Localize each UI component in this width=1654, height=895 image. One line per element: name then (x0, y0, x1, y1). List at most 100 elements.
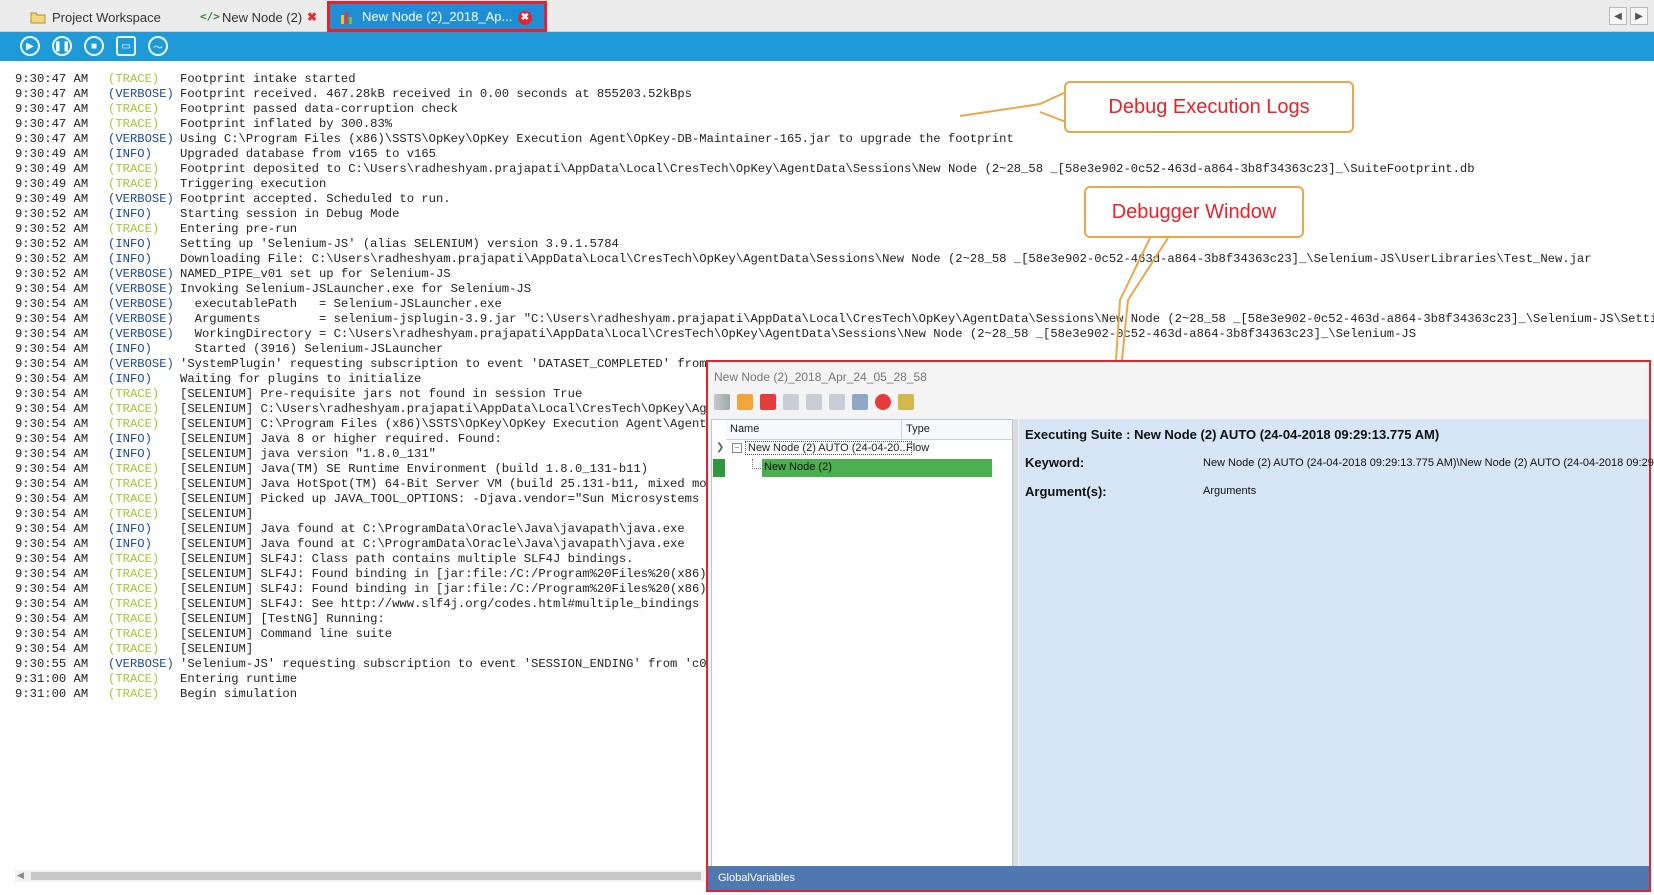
copy-icon[interactable] (852, 394, 868, 410)
log-message: Footprint inflated by 300.83% (180, 117, 393, 131)
log-level: (VERBOSE) (108, 132, 174, 146)
log-message: executablePath = Selenium-JSLauncher.exe (180, 297, 502, 311)
log-level: (TRACE) (108, 162, 160, 176)
log-message: Setting up 'Selenium-JS' (alias SELENIUM… (180, 237, 619, 251)
log-time: 9:30:52 AM (15, 222, 89, 236)
log-level: (TRACE) (108, 117, 160, 131)
tab-new-node-2[interactable]: </> New Node (2) ✖ (190, 4, 325, 30)
log-message: Waiting for plugins to initialize (180, 372, 422, 386)
close-icon[interactable]: ✖ (307, 10, 317, 24)
stop-icon[interactable]: ■ (84, 36, 104, 56)
tree-connector (752, 459, 761, 469)
log-level-text: INFO (115, 447, 145, 461)
breakpoint-icon[interactable] (875, 394, 891, 410)
global-variables-bar[interactable]: GlobalVariables (708, 866, 1649, 890)
log-level: (VERBOSE) (108, 357, 174, 371)
log-level-text: TRACE (115, 222, 152, 236)
log-level-text: TRACE (115, 177, 152, 191)
horizontal-scrollbar[interactable]: ◀ (15, 870, 705, 882)
chevron-left-icon[interactable]: ◀ (1609, 7, 1627, 25)
log-message: [SELENIUM] C:\Users\radheshyam.prajapati… (180, 402, 722, 416)
log-time: 9:30:52 AM (15, 207, 89, 221)
log-level-text: VERBOSE (115, 267, 167, 281)
log-level: (INFO) (108, 432, 152, 446)
stop-icon[interactable] (760, 394, 776, 410)
log-level: (TRACE) (108, 222, 160, 236)
step-out-icon[interactable] (829, 394, 845, 410)
arguments-label: Argument(s): (1025, 484, 1107, 499)
tree-row-root[interactable]: ❯ − New Node (2) AUTO (24-04-20... Flow (712, 440, 1012, 458)
log-level: (TRACE) (108, 552, 160, 566)
chart-line-icon[interactable]: 〜 (148, 36, 168, 56)
chevron-right-icon[interactable]: ❯ (716, 442, 724, 453)
log-time: 9:30:54 AM (15, 282, 89, 296)
log-message: [SELENIUM] SLF4J: See http://www.slf4j.o… (180, 597, 722, 611)
log-level: (VERBOSE) (108, 192, 174, 206)
log-level: (VERBOSE) (108, 282, 174, 296)
tab-label: New Node (2)_2018_Ap... (362, 9, 513, 24)
chevron-right-icon[interactable]: ▶ (1630, 7, 1648, 25)
log-message: Downloading File: C:\Users\radheshyam.pr… (180, 252, 1592, 266)
pane-splitter[interactable] (1013, 419, 1018, 866)
play-icon[interactable]: ▶ (20, 36, 40, 56)
log-level: (INFO) (108, 342, 152, 356)
close-icon[interactable]: ✖ (518, 11, 532, 25)
scrollbar-thumb[interactable] (31, 872, 701, 880)
log-time: 9:30:54 AM (15, 357, 89, 371)
step-into-icon[interactable] (806, 394, 822, 410)
executing-suite-label: Executing Suite : New Node (2) AUTO (24-… (1025, 427, 1440, 442)
tab-debug-session[interactable]: New Node (2)_2018_Ap... ✖ (327, 1, 547, 32)
step-icon[interactable] (714, 394, 730, 410)
log-message: Footprint passed data-corruption check (180, 102, 458, 116)
current-step-marker (713, 459, 725, 477)
chevron-left-icon[interactable]: ◀ (17, 870, 24, 881)
monitor-icon[interactable]: ▭ (116, 36, 136, 56)
log-time: 9:30:47 AM (15, 102, 89, 116)
log-message: NAMED_PIPE_v01 set up for Selenium-JS (180, 267, 451, 281)
step-back-icon[interactable] (783, 394, 799, 410)
log-level-text: TRACE (115, 567, 152, 581)
tree-header: Name Type (726, 420, 1012, 440)
tab-project-workspace[interactable]: Project Workspace (20, 4, 190, 30)
log-message: [SELENIUM] (180, 642, 254, 656)
log-time: 9:30:54 AM (15, 552, 89, 566)
log-message: Footprint intake started (180, 72, 356, 86)
collapse-icon[interactable]: − (732, 443, 742, 453)
log-level-text: VERBOSE (115, 297, 167, 311)
log-level-text: TRACE (115, 72, 152, 86)
log-time: 9:30:52 AM (15, 252, 89, 266)
pause-icon[interactable] (737, 394, 753, 410)
log-message: 'SystemPlugin' requesting subscription t… (180, 357, 707, 371)
log-level: (VERBOSE) (108, 327, 174, 341)
log-time: 9:30:47 AM (15, 117, 89, 131)
variables-icon[interactable] (898, 394, 914, 410)
log-level: (TRACE) (108, 687, 160, 701)
log-level-text: VERBOSE (115, 357, 167, 371)
log-time: 9:30:54 AM (15, 432, 89, 446)
log-level-text: TRACE (115, 162, 152, 176)
log-message: [SELENIUM] java version "1.8.0_131" (180, 447, 436, 461)
log-message: Using C:\Program Files (x86)\SSTS\OpKey\… (180, 132, 1014, 146)
log-time: 9:30:49 AM (15, 192, 89, 206)
log-time: 9:30:54 AM (15, 402, 89, 416)
log-level: (TRACE) (108, 642, 160, 656)
pause-icon[interactable]: ❚❚ (52, 36, 72, 56)
log-level-text: TRACE (115, 582, 152, 596)
log-level: (TRACE) (108, 177, 160, 191)
log-time: 9:30:52 AM (15, 237, 89, 251)
log-time: 9:30:54 AM (15, 642, 89, 656)
log-level: (VERBOSE) (108, 87, 174, 101)
log-message: Begin simulation (180, 687, 298, 701)
debugger-window: New Node (2)_2018_Apr_24_05_28_58 Name T… (706, 360, 1654, 892)
log-time: 9:30:54 AM (15, 447, 89, 461)
log-level-text: TRACE (115, 672, 152, 686)
log-level-text: INFO (115, 537, 145, 551)
log-time: 9:30:52 AM (15, 267, 89, 281)
log-time: 9:31:00 AM (15, 672, 89, 686)
log-level: (VERBOSE) (108, 312, 174, 326)
log-level: (TRACE) (108, 507, 160, 521)
log-time: 9:30:54 AM (15, 372, 89, 386)
log-level: (VERBOSE) (108, 657, 174, 671)
tree-row-child[interactable]: New Node (2) (712, 459, 1012, 477)
log-time: 9:30:54 AM (15, 462, 89, 476)
